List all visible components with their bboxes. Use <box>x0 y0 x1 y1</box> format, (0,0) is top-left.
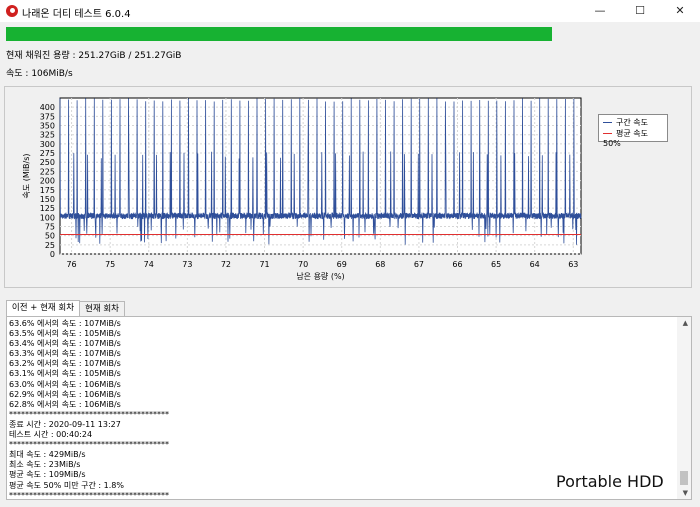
x-tick-label: 74 <box>144 260 154 269</box>
chart-legend: 구간 속도 평균 속도 50% <box>598 114 668 148</box>
log-line: 62.9% 에서의 속도 : 106MiB/s <box>9 389 121 399</box>
y-tick-label: 300 <box>40 140 55 149</box>
minimize-button[interactable]: — <box>580 0 620 22</box>
legend-swatch-red <box>603 133 612 134</box>
log-line: **************************************** <box>9 490 169 500</box>
log-line: 63.3% 에서의 속도 : 107MiB/s <box>9 349 121 359</box>
app-icon <box>6 5 18 17</box>
x-tick-label: 69 <box>337 260 347 269</box>
log-line: 63.5% 에서의 속도 : 105MiB/s <box>9 329 121 339</box>
legend-item-average: 평균 속도 50% <box>603 128 667 148</box>
tab-all-rounds[interactable]: 이전 + 현재 회차 <box>6 300 80 317</box>
speed-text: 속도 : 106MiB/s <box>6 69 73 79</box>
log-line: **************************************** <box>9 409 169 419</box>
title-bar: 나래온 더티 테스트 6.0.4 — ☐ ✕ <box>0 0 700 22</box>
window-title: 나래온 더티 테스트 6.0.4 <box>22 9 131 20</box>
y-tick-label: 375 <box>40 112 55 121</box>
watermark-text: Portable HDD <box>556 472 664 491</box>
x-tick-label: 63 <box>568 260 578 269</box>
log-line: 최대 속도 : 429MiB/s <box>9 450 86 460</box>
y-axis-label: 속도 (MiB/s) <box>22 154 31 199</box>
log-line: 테스트 시간 : 00:40:24 <box>9 430 93 440</box>
y-tick-label: 100 <box>40 213 55 222</box>
log-line: 63.1% 에서의 속도 : 105MiB/s <box>9 369 121 379</box>
close-button[interactable]: ✕ <box>660 0 700 22</box>
x-tick-label: 76 <box>66 260 76 269</box>
plot-area <box>59 97 582 255</box>
x-tick-label: 64 <box>530 260 540 269</box>
y-tick-label: 325 <box>40 131 55 140</box>
x-tick-label: 72 <box>221 260 231 269</box>
log-line: 63.2% 에서의 속도 : 107MiB/s <box>9 359 121 369</box>
log-line: 63.6% 에서의 속도 : 107MiB/s <box>9 319 121 328</box>
x-tick-label: 73 <box>182 260 192 269</box>
y-tick-label: 225 <box>40 167 55 176</box>
legend-label-section-speed: 구간 속도 <box>616 118 648 127</box>
chart-panel: 0 25 50 75 100 125 150 175 200 225 250 275 300 325 350… <box>4 86 692 288</box>
y-tick-label: 0 <box>50 250 55 259</box>
progress-bar <box>6 27 552 41</box>
y-tick-label: 175 <box>40 186 55 195</box>
filled-capacity-text: 현재 채워진 용량 : 251.27GiB / 251.27GiB <box>6 51 182 61</box>
log-line: 평균 속도 : 109MiB/s <box>9 470 86 480</box>
x-tick-label: 68 <box>375 260 385 269</box>
x-tick-label: 70 <box>298 260 308 269</box>
scroll-down-arrow-icon[interactable]: ▼ <box>683 489 688 497</box>
log-line: 종료 시간 : 2020-09-11 13:27 <box>9 419 121 429</box>
y-tick-label: 50 <box>45 232 55 241</box>
vertical-scrollbar[interactable]: ▲ ▼ <box>677 317 691 499</box>
log-line: 62.8% 에서의 속도 : 106MiB/s <box>9 399 121 409</box>
y-tick-label: 350 <box>40 122 55 131</box>
y-tick-label: 200 <box>40 177 55 186</box>
x-axis-label: 남은 용량 (%) <box>296 271 344 281</box>
y-tick-label: 75 <box>45 222 55 231</box>
log-line: 63.0% 에서의 속도 : 106MiB/s <box>9 379 121 389</box>
speed-chart: 0255075100125150175200225250275300325350… <box>22 97 582 281</box>
log-lines: 63.6% 에서의 속도 : 107MiB/s 63.5% 에서의 속도 : 10… <box>9 319 169 500</box>
scroll-up-arrow-icon[interactable]: ▲ <box>683 319 688 327</box>
y-tick-label: 275 <box>40 149 55 158</box>
legend-swatch-blue <box>603 122 612 123</box>
y-tick-label: 150 <box>40 195 55 204</box>
legend-item-section-speed: 구간 속도 <box>603 117 648 128</box>
y-tick-label: 400 <box>40 103 55 112</box>
y-tick-label: 125 <box>40 204 55 213</box>
scroll-thumb[interactable] <box>680 471 688 485</box>
tab-current-round[interactable]: 현재 회차 <box>79 301 125 317</box>
x-tick-label: 65 <box>491 260 501 269</box>
x-tick-label: 66 <box>452 260 462 269</box>
y-tick-label: 250 <box>40 158 55 167</box>
maximize-button[interactable]: ☐ <box>620 0 660 22</box>
legend-label-average: 평균 속도 50% <box>603 129 648 148</box>
log-line: 평균 속도 50% 미만 구간 : 1.8% <box>9 480 124 490</box>
y-tick-label: 25 <box>45 241 55 250</box>
log-line: **************************************** <box>9 440 169 450</box>
x-tick-label: 75 <box>105 260 115 269</box>
x-tick-label: 67 <box>414 260 424 269</box>
x-tick-label: 71 <box>259 260 269 269</box>
log-line: 최소 속도 : 23MiB/s <box>9 460 81 470</box>
log-line: 63.4% 에서의 속도 : 107MiB/s <box>9 339 121 349</box>
